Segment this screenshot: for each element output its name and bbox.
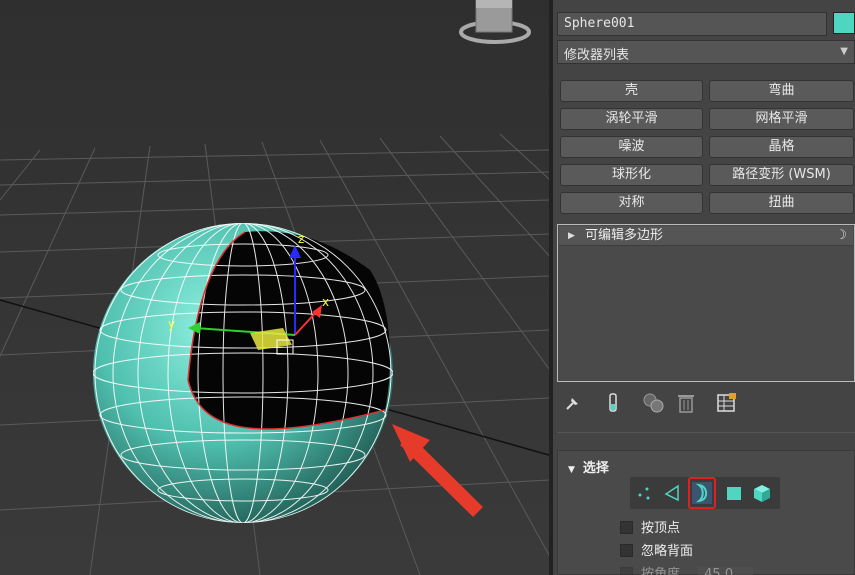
ignore-backfacing-label: 忽略背面	[641, 544, 694, 559]
configure-modifier-sets-icon[interactable]	[713, 390, 739, 416]
ignore-backfacing-option[interactable]: 忽略背面	[620, 540, 693, 559]
viewcube-icon[interactable]	[459, 0, 531, 44]
modifier-button-lattice[interactable]: 晶格	[709, 136, 854, 158]
modifier-button-bend[interactable]: 弯曲	[709, 80, 854, 102]
modifier-button-twist[interactable]: 扭曲	[709, 192, 854, 214]
subobject-edge-icon[interactable]: ☽	[835, 226, 847, 245]
modifier-list-dropdown[interactable]: 修改器列表 ▼	[557, 40, 855, 64]
viewport-scene: x y z	[0, 0, 549, 575]
axis-x-label: x	[322, 295, 329, 309]
selection-title-text: 选择	[582, 461, 609, 476]
by-vertex-option[interactable]: 按顶点	[620, 517, 680, 536]
stack-item-editable-poly[interactable]: ▶ 可编辑多边形 ☽	[559, 226, 853, 246]
modifier-button-path-deform[interactable]: 路径变形 (WSM)	[709, 164, 854, 186]
by-vertex-label: 按顶点	[641, 521, 681, 536]
ignore-backfacing-checkbox[interactable]	[620, 544, 633, 557]
by-angle-option[interactable]: 按角度 45.0	[620, 563, 754, 575]
object-name-field[interactable]: Sphere001	[557, 12, 827, 36]
subobject-mode-bar	[630, 477, 780, 509]
modifier-stack[interactable]: ▶ 可编辑多边形 ☽	[557, 224, 855, 382]
selection-rollout: ▼ 选择 按顶点 忽略背面 按角度 45.0	[557, 450, 855, 575]
modifier-button-turbosmooth[interactable]: 涡轮平滑	[560, 108, 703, 130]
border-mode-icon[interactable]	[688, 477, 716, 509]
edge-mode-icon[interactable]	[660, 481, 684, 505]
expand-triangle-icon[interactable]: ▶	[568, 227, 575, 246]
panel-divider	[557, 432, 855, 434]
by-vertex-checkbox[interactable]	[620, 521, 633, 534]
remove-modifier-icon[interactable]	[673, 390, 699, 416]
modifier-button-meshsmooth[interactable]: 网格平滑	[709, 108, 854, 130]
by-angle-checkbox[interactable]	[620, 567, 633, 575]
vertex-mode-icon[interactable]	[632, 481, 656, 505]
stack-item-label: 可编辑多边形	[585, 228, 664, 243]
axis-z-label: z	[298, 232, 304, 246]
object-color-swatch[interactable]	[833, 12, 855, 34]
polygon-mode-icon[interactable]	[722, 481, 746, 505]
by-angle-label: 按角度	[641, 567, 681, 575]
axis-y-label: y	[168, 317, 175, 331]
collapse-triangle-icon: ▼	[568, 465, 575, 475]
modifier-button-spherify[interactable]: 球形化	[560, 164, 703, 186]
sphere-object[interactable]	[93, 223, 393, 523]
pin-stack-icon[interactable]	[560, 390, 586, 416]
command-panel-modify: Sphere001 修改器列表 ▼ 壳 弯曲 涡轮平滑 网格平滑 噪波 晶格 球…	[553, 0, 855, 575]
modifier-button-symmetry[interactable]: 对称	[560, 192, 703, 214]
show-end-result-icon[interactable]	[600, 390, 626, 416]
by-angle-value[interactable]: 45.0	[698, 567, 754, 575]
make-unique-icon[interactable]	[641, 390, 667, 416]
annotation-arrow	[392, 424, 483, 517]
chevron-down-icon: ▼	[840, 46, 848, 57]
modifier-button-noise[interactable]: 噪波	[560, 136, 703, 158]
modifier-button-shell[interactable]: 壳	[560, 80, 703, 102]
modifier-list-label: 修改器列表	[564, 48, 630, 63]
selection-rollout-title[interactable]: ▼ 选择	[568, 457, 609, 476]
perspective-viewport[interactable]: x y z	[0, 0, 549, 575]
element-mode-icon[interactable]	[750, 481, 774, 505]
